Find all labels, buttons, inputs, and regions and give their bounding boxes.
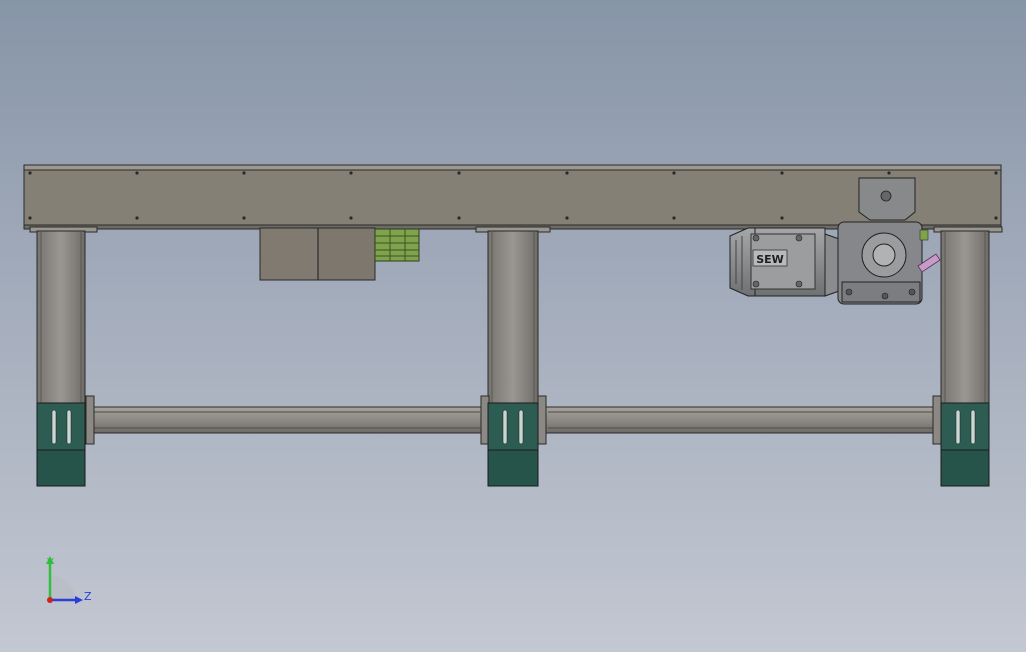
motor-brand-label: SEW xyxy=(756,253,784,266)
foot-right[interactable] xyxy=(940,402,990,487)
leg-right[interactable] xyxy=(940,230,990,406)
cross-beam-left[interactable] xyxy=(85,406,485,434)
foot-left[interactable] xyxy=(36,402,86,487)
triad-x-axis-icon xyxy=(47,597,53,603)
triad-y-label: Y xyxy=(46,556,54,569)
terminal-block[interactable] xyxy=(374,228,420,262)
cross-beam-right[interactable] xyxy=(541,406,939,434)
triad-z-label: Z xyxy=(84,590,92,603)
leg-left[interactable] xyxy=(36,230,86,406)
top-frame-rail[interactable] xyxy=(23,164,1002,230)
conveyor-model-view[interactable]: SEW xyxy=(0,0,1026,652)
graphics-viewport[interactable]: SEW Y Z xyxy=(0,0,1026,652)
orientation-triad: Y Z xyxy=(46,556,92,604)
electrical-box[interactable] xyxy=(259,227,376,281)
leg-middle[interactable] xyxy=(487,230,539,406)
foot-middle[interactable] xyxy=(487,402,539,487)
